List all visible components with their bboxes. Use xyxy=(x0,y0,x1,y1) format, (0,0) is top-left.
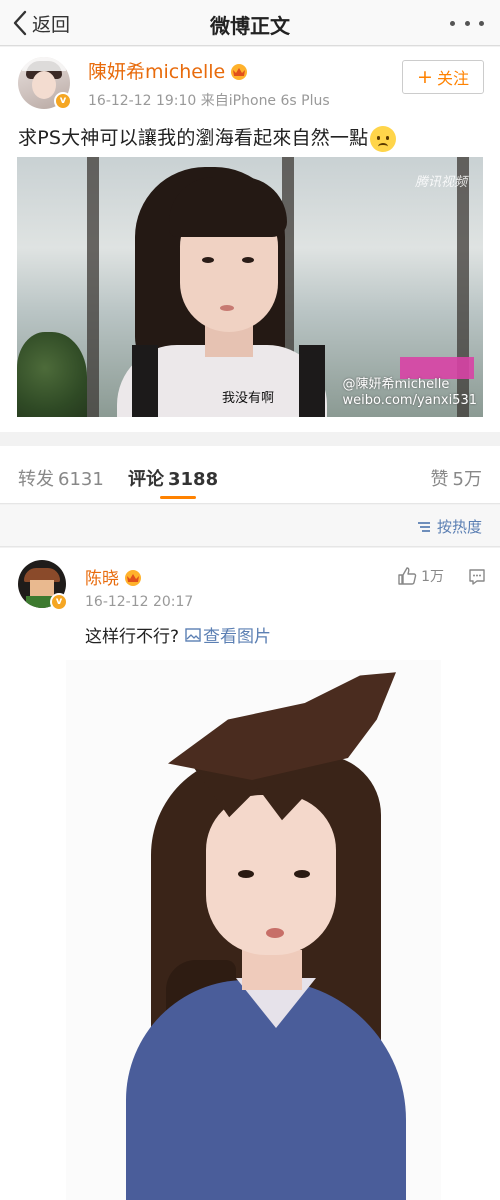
avatar-veil xyxy=(22,57,66,71)
figure-eye xyxy=(202,257,214,263)
post-text-body: 求PS大神可以讓我的瀏海看起來自然一點 xyxy=(18,127,369,149)
avatar-face xyxy=(30,580,54,596)
tab-like[interactable]: 赞 5万 xyxy=(431,465,482,491)
verified-badge-icon: v xyxy=(54,92,72,110)
comment-image[interactable] xyxy=(66,660,441,1200)
post-author-name[interactable]: 陳妍希michelle xyxy=(88,57,249,84)
tab-like-count: 5万 xyxy=(452,469,482,490)
vip-crown-icon xyxy=(125,569,141,586)
follow-label: 关注 xyxy=(436,69,469,88)
follow-button[interactable]: + 关注 xyxy=(402,60,484,94)
tab-comment[interactable]: 评论 3188 xyxy=(128,465,218,491)
show-logo xyxy=(400,357,474,379)
tab-repost-count: 6131 xyxy=(58,469,104,490)
image-icon xyxy=(185,627,201,642)
active-tab-indicator xyxy=(160,496,196,499)
anime-hair-horn xyxy=(168,672,396,780)
figure-bangs xyxy=(169,177,287,237)
view-image-link[interactable]: 查看图片 xyxy=(185,622,271,647)
anime-neck xyxy=(242,950,302,990)
more-dot-icon xyxy=(464,20,470,26)
stats-tabs: 转发 6131 评论 3188 赞 5万 xyxy=(0,446,500,504)
bg-pillar xyxy=(87,157,99,417)
watermark-url: weibo.com/yanxi531 xyxy=(342,393,477,408)
commenter-label: 陈晓 xyxy=(85,569,119,589)
tab-comment-count: 3188 xyxy=(168,469,219,490)
sort-by-hot-button[interactable]: 按热度 xyxy=(417,516,482,537)
post-text: 求PS大神可以讓我的瀏海看起來自然一點 xyxy=(18,123,397,152)
video-watermark: 腾讯视频 xyxy=(414,175,467,190)
avatar-face xyxy=(32,71,56,99)
weibo-watermark: @陳妍希michelle weibo.com/yanxi531 xyxy=(342,377,477,409)
verified-badge-icon: v xyxy=(50,593,68,611)
post-card: v 陳妍希michelle 16-12-12 19:10 来自iPhone 6s… xyxy=(0,47,500,432)
anime-mouth xyxy=(266,928,284,938)
thumbs-up-icon xyxy=(398,567,417,585)
tab-repost-label: 转发 xyxy=(18,469,54,490)
commenter-name[interactable]: 陈晓 xyxy=(85,564,143,589)
tab-comment-label: 评论 xyxy=(128,469,164,490)
tab-like-label: 赞 xyxy=(430,469,449,490)
more-dot-icon xyxy=(450,20,455,26)
bag-strap xyxy=(132,345,158,417)
bag-strap xyxy=(299,345,325,417)
view-image-label: 查看图片 xyxy=(203,627,272,647)
post-author-label: 陳妍希michelle xyxy=(88,61,226,83)
more-dot-icon xyxy=(479,20,484,26)
vip-crown-icon xyxy=(231,63,248,80)
sort-bar: 按热度 xyxy=(0,505,500,547)
comment-body: 这样行不行? xyxy=(85,627,180,647)
comment-like-button[interactable]: 1万 xyxy=(397,566,444,586)
more-options-button[interactable] xyxy=(450,11,484,35)
page-title: 微博正文 xyxy=(210,14,290,38)
watermark-handle: @陳妍希michelle xyxy=(342,377,450,392)
nav-bar: 返回 微博正文 xyxy=(0,0,500,46)
video-subtitle: 我没有啊 xyxy=(222,391,275,406)
figure-mouth xyxy=(220,305,234,311)
reply-icon[interactable] xyxy=(468,568,486,586)
plus-icon: + xyxy=(417,66,433,88)
comment-text: 这样行不行? 查看图片 xyxy=(85,622,271,647)
sort-icon xyxy=(417,521,430,532)
comment-like-count: 1万 xyxy=(421,569,444,585)
sort-label: 按热度 xyxy=(436,518,482,536)
bg-plant xyxy=(17,332,87,417)
tab-repost[interactable]: 转发 6131 xyxy=(18,465,104,491)
figure-eye xyxy=(242,257,254,263)
comment-item: v 陈晓 16-12-12 20:17 1万 这样行不行? 查看图片 xyxy=(0,548,500,1200)
post-meta: 16-12-12 19:10 来自iPhone 6s Plus xyxy=(88,93,330,109)
post-image[interactable]: 腾讯视频 我没有啊 @陳妍希michelle weibo.com/yanxi53… xyxy=(17,157,483,417)
comment-time: 16-12-12 20:17 xyxy=(85,594,194,610)
sad-emoji-icon xyxy=(370,125,397,152)
anime-eye xyxy=(294,870,310,878)
anime-eye xyxy=(238,870,254,878)
